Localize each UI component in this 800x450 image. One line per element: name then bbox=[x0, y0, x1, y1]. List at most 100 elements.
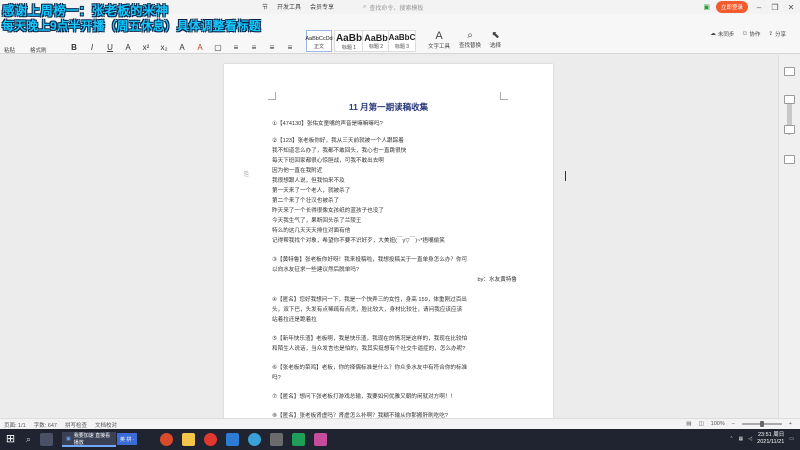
wps-icon[interactable] bbox=[204, 433, 217, 446]
underline-icon[interactable]: U bbox=[106, 43, 114, 52]
doc-line: 吗? bbox=[272, 375, 281, 381]
highlight-icon[interactable]: A bbox=[178, 43, 186, 52]
border-icon[interactable]: ▢ bbox=[214, 43, 222, 52]
align-right-icon[interactable]: ≡ bbox=[268, 43, 276, 52]
doc-line: by：水友黄特鲁 bbox=[477, 277, 517, 283]
share-icon: ⇪ bbox=[768, 31, 773, 37]
cloud-icon[interactable]: ▣ bbox=[703, 3, 710, 11]
style-name: 标题 2 bbox=[368, 44, 384, 50]
style-heading-1[interactable]: AaBb 标题 1 bbox=[334, 30, 364, 52]
align-left-icon[interactable]: ≡ bbox=[232, 43, 240, 52]
italic-icon[interactable]: I bbox=[88, 43, 96, 52]
doc-line: 头，双下巴，头发有点稀疏有点秃，脸比较大，身材比较壮，请问我应该应该 bbox=[272, 307, 463, 313]
app-icon: ▣ bbox=[66, 435, 71, 442]
share-button[interactable]: ⇪ 分享 bbox=[768, 30, 786, 38]
text-color-icon[interactable]: A bbox=[196, 43, 204, 52]
paste-label: 粘贴 bbox=[4, 48, 16, 54]
superscript-icon[interactable]: x² bbox=[142, 43, 150, 52]
document-page[interactable]: 11 月第一期读稿收集 ①【474130】张佑女童嘴的声音是嘛嘛嘛吗? ②【12… bbox=[224, 64, 553, 424]
find-replace-button[interactable]: ⌕ 查找替换 bbox=[459, 30, 481, 49]
page-count[interactable]: 页面: 1/1 bbox=[4, 421, 26, 429]
folder-icon[interactable] bbox=[182, 433, 195, 446]
select-label: 选择 bbox=[490, 43, 502, 49]
sync-status[interactable]: ☁ 未同步 bbox=[710, 30, 734, 38]
zoom-slider[interactable] bbox=[741, 421, 782, 427]
share-label: 分享 bbox=[774, 32, 786, 38]
zoom-out-icon[interactable]: – bbox=[732, 421, 735, 427]
task-view-icon[interactable] bbox=[40, 433, 53, 446]
doc-line: 我很想跟人说，但我怕来不及 bbox=[272, 178, 345, 184]
doc-line: ⑦【匿名】想问下张老板打游戏总输，我要如何优雅又朝的闲就对方啊！！ bbox=[272, 394, 457, 400]
panel-icon[interactable] bbox=[784, 67, 795, 76]
text-tools-icon: A bbox=[435, 30, 443, 42]
menu-bar: 节 开发工具 会员专享 bbox=[262, 2, 334, 11]
restore-icon[interactable]: ❐ bbox=[770, 3, 780, 12]
vertical-scrollbar[interactable] bbox=[778, 55, 800, 418]
align-center-icon[interactable]: ≡ bbox=[250, 43, 258, 52]
app-icon[interactable] bbox=[292, 433, 305, 446]
doc-line: 第一天来了一个老人，就被杀了 bbox=[272, 188, 351, 194]
volume-icon[interactable]: ◁ bbox=[748, 436, 752, 442]
tray-chevron-icon[interactable]: ⌃ bbox=[729, 436, 733, 442]
panel-icon[interactable] bbox=[784, 155, 795, 164]
panel-icon[interactable] bbox=[784, 125, 795, 134]
steam-icon[interactable] bbox=[270, 433, 283, 446]
search-icon: ⌕ bbox=[363, 4, 367, 10]
web-view-icon[interactable]: ◫ bbox=[698, 421, 703, 427]
taskbar-app-stream[interactable]: ▣ 我要加速 直接看播放 bbox=[62, 432, 116, 447]
select-button[interactable]: ⬉ 选择 bbox=[490, 30, 501, 49]
sync-label: 未同步 bbox=[717, 32, 735, 38]
menu-item-developer[interactable]: 开发工具 bbox=[277, 2, 301, 11]
doc-line: ⑥【张老板的菜鸡】老板，你的择偶标准是什么？你众多水友中有符合你的标准 bbox=[272, 365, 468, 371]
clock-date: 2021/11/21 bbox=[757, 439, 785, 445]
doc-line: 第二个来了个壮汉也被杀了 bbox=[272, 198, 340, 204]
clock[interactable]: 23:51 周日 2021/11/21 bbox=[757, 432, 784, 446]
paragraph-handle-icon[interactable]: ⎘ bbox=[244, 172, 249, 179]
text-cursor-icon bbox=[563, 171, 567, 181]
style-heading-2[interactable]: AaBb 标题 2 bbox=[362, 30, 390, 52]
notification-icon[interactable]: ▭ bbox=[789, 436, 794, 442]
zoom-in-icon[interactable]: + bbox=[789, 421, 792, 427]
style-sample: AaBbCcDd bbox=[305, 36, 333, 42]
menu-item-section[interactable]: 节 bbox=[262, 2, 268, 11]
doc-line: 我不知道怎么办了，我都不敢回头，我心也一直跳很快 bbox=[272, 148, 407, 154]
doc-line: ③【黄特鲁】张老板你好呀！我来投稿啦，我想投稿关于一直单身怎么办？你可 bbox=[272, 257, 468, 263]
view-mode-icon[interactable]: ▤ bbox=[686, 421, 691, 427]
browser-icon[interactable] bbox=[160, 433, 173, 446]
start-icon[interactable]: ⊞ bbox=[4, 433, 17, 446]
font-color-icon[interactable]: A bbox=[124, 43, 132, 52]
taskbar: ⊞ ⌕ ▣ 我要加速 直接看播放 英 拼 · ⌃ ▦ ◁ 23:51 周日 20… bbox=[0, 429, 800, 450]
paste-button[interactable]: 粘贴 bbox=[4, 46, 15, 54]
login-button[interactable]: 立即登录 bbox=[715, 1, 748, 13]
task-label: 我要加速 直接看播放 bbox=[73, 432, 111, 446]
select-icon: ⬉ bbox=[491, 30, 500, 41]
word-count[interactable]: 字数: 647 bbox=[34, 421, 57, 429]
menu-item-member[interactable]: 会员专享 bbox=[310, 2, 334, 11]
zoom-level[interactable]: 100% bbox=[711, 421, 725, 427]
spellcheck-toggle[interactable]: 拼写检查 bbox=[65, 421, 87, 429]
style-heading-3[interactable]: AaBbC 标题 3 bbox=[388, 30, 416, 52]
doc-line: 站着拉还是跪着拉 bbox=[272, 317, 317, 323]
search-icon[interactable]: ⌕ bbox=[22, 433, 35, 446]
subscript-icon[interactable]: x₂ bbox=[160, 43, 168, 52]
ime-indicator[interactable]: 英 拼 · bbox=[117, 433, 138, 445]
justify-icon[interactable]: ≡ bbox=[286, 43, 294, 52]
app-icon[interactable] bbox=[248, 433, 261, 446]
collab-button[interactable]: ⚇ 协作 bbox=[742, 30, 760, 38]
doc-line: ④【匿名】您好我想问一下，我是一个快弄三的女性，身高 159，体重刚过百出 bbox=[272, 297, 467, 303]
format-painter-button[interactable]: 格式刷 bbox=[30, 46, 47, 54]
bold-icon[interactable]: B bbox=[70, 43, 78, 52]
doc-line: 每天下班回家都很心惊胆战，可我不敢出去啊 bbox=[272, 158, 384, 164]
panel-icon[interactable] bbox=[784, 95, 795, 104]
style-sample: AaBbC bbox=[388, 33, 416, 42]
text-tools-button[interactable]: A 文字工具 bbox=[428, 30, 450, 50]
close-icon[interactable]: ✕ bbox=[786, 3, 796, 12]
style-normal[interactable]: AaBbCcDd 正文 bbox=[305, 30, 333, 52]
minimize-icon[interactable]: – bbox=[754, 3, 764, 12]
doc-check-toggle[interactable]: 文档校对 bbox=[95, 421, 117, 429]
command-search[interactable]: ⌕ 查找命令、搜索模板 bbox=[363, 3, 423, 12]
users-icon: ⚇ bbox=[742, 31, 748, 37]
app-icon[interactable] bbox=[314, 433, 327, 446]
network-icon[interactable]: ▦ bbox=[739, 436, 744, 442]
app-icon[interactable] bbox=[226, 433, 239, 446]
